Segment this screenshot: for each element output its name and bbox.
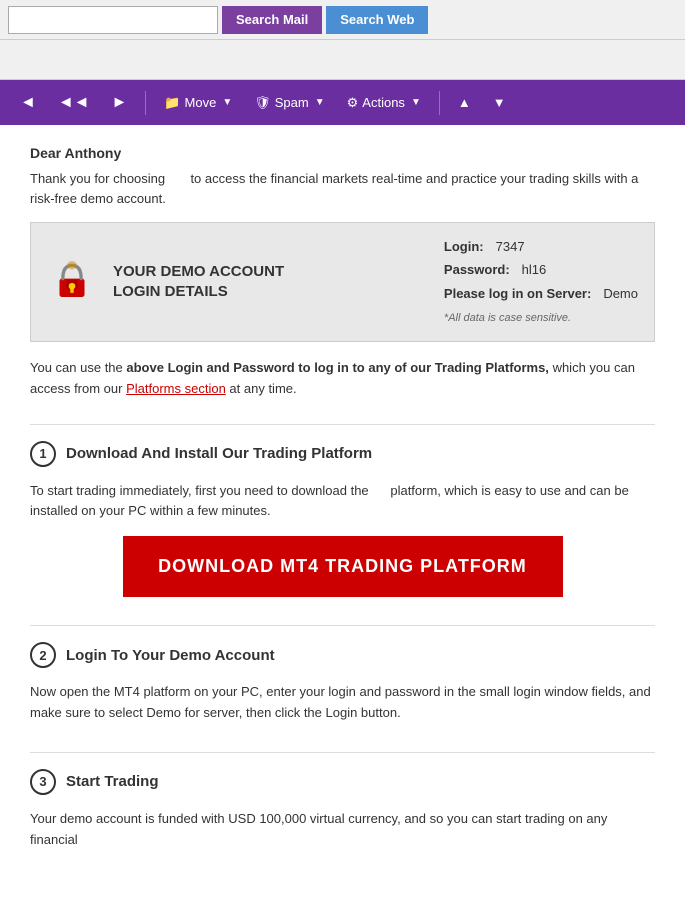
search-mail-button[interactable]: Search Mail — [222, 6, 322, 34]
step3-number: 3 — [30, 769, 56, 795]
lock-icon — [47, 257, 97, 307]
actions-label: Actions — [362, 95, 405, 110]
back-all-icon: ◄◄ — [58, 94, 90, 112]
login-value: 7347 — [496, 235, 525, 258]
step2-number: 2 — [30, 642, 56, 668]
account-credentials: Login: 7347 Password: hl16 Please log in… — [444, 235, 638, 329]
step1-desc1: To start trading immediately, first you … — [30, 483, 369, 498]
step1-number: 1 — [30, 441, 56, 467]
move-button[interactable]: 📁 Move ▼ — [156, 91, 240, 115]
server-row: Please log in on Server: Demo — [444, 282, 638, 305]
spacer-row — [0, 40, 685, 80]
step2-divider — [30, 625, 655, 626]
move-caret: ▼ — [222, 97, 232, 108]
cred-note: *All data is case sensitive. — [444, 309, 638, 329]
spam-caret: ▼ — [315, 97, 325, 108]
actions-icon: ⚙ — [347, 95, 359, 111]
account-details-box: YOUR DEMO ACCOUNT LOGIN DETAILS Login: 7… — [30, 222, 655, 342]
back-icon: ◄ — [20, 94, 36, 112]
platforms-text-2: above Login and Password to log in to an… — [126, 360, 549, 375]
greeting: Dear Anthony — [30, 145, 655, 161]
server-value: Demo — [603, 282, 638, 305]
email-body: Dear Anthony Thank you for choosing to a… — [0, 125, 685, 898]
back-button[interactable]: ◄ — [12, 90, 44, 116]
separator-2 — [439, 91, 440, 115]
step1-section: 1 Download And Install Our Trading Platf… — [30, 441, 655, 598]
step3-title: Start Trading — [66, 773, 159, 790]
login-label: Login: — [444, 235, 484, 258]
spam-button[interactable]: 🛡 Spam ▼ — [246, 91, 332, 115]
step3-header: 3 Start Trading — [30, 769, 655, 795]
move-icon: 📁 — [164, 95, 180, 111]
password-label: Password: — [444, 258, 510, 281]
search-web-button[interactable]: Search Web — [326, 6, 428, 34]
step3-section: 3 Start Trading Your demo account is fun… — [30, 769, 655, 851]
platforms-text-1: You can use the — [30, 360, 126, 375]
spam-icon: 🛡 — [254, 95, 271, 111]
move-label: Move — [185, 95, 217, 110]
platforms-text-4: at any time. — [229, 381, 296, 396]
actions-caret: ▼ — [411, 97, 421, 108]
step3-divider — [30, 752, 655, 753]
step1-header: 1 Download And Install Our Trading Platf… — [30, 441, 655, 467]
actions-button[interactable]: ⚙ Actions ▼ — [339, 91, 429, 115]
account-title-wrap: YOUR DEMO ACCOUNT LOGIN DETAILS — [113, 262, 428, 301]
step2-section: 2 Login To Your Demo Account Now open th… — [30, 642, 655, 724]
server-label: Please log in on Server: — [444, 282, 591, 305]
account-title-line2: LOGIN DETAILS — [113, 282, 428, 302]
step1-title: Download And Install Our Trading Platfor… — [66, 445, 372, 462]
account-title-line1: YOUR DEMO ACCOUNT — [113, 262, 428, 282]
password-row: Password: hl16 — [444, 258, 638, 281]
forward-button[interactable]: ► — [104, 90, 136, 116]
search-input[interactable] — [8, 6, 218, 34]
search-bar: Search Mail Search Web — [0, 0, 685, 40]
platforms-text: You can use the above Login and Password… — [30, 358, 655, 400]
step1-divider — [30, 424, 655, 425]
up-icon: ▲ — [458, 95, 471, 110]
down-button[interactable]: ▼ — [485, 91, 514, 114]
step2-desc: Now open the MT4 platform on your PC, en… — [30, 682, 655, 724]
intro-text: Thank you for choosing to access the fin… — [30, 169, 655, 208]
step2-title: Login To Your Demo Account — [66, 647, 275, 664]
spam-label: Spam — [275, 95, 309, 110]
password-value: hl16 — [522, 258, 547, 281]
toolbar: ◄ ◄◄ ► 📁 Move ▼ 🛡 Spam ▼ ⚙ Actions ▼ ▲ ▼ — [0, 80, 685, 125]
separator-1 — [145, 91, 146, 115]
platforms-link[interactable]: Platforms section — [126, 381, 226, 396]
back-all-button[interactable]: ◄◄ — [50, 90, 98, 116]
forward-icon: ► — [112, 94, 128, 112]
lock-icon-wrap — [47, 257, 97, 307]
login-row: Login: 7347 — [444, 235, 638, 258]
down-icon: ▼ — [493, 95, 506, 110]
up-button[interactable]: ▲ — [450, 91, 479, 114]
download-button[interactable]: DOWNLOAD MT4 TRADING PLATFORM — [123, 536, 563, 597]
step1-desc: To start trading immediately, first you … — [30, 481, 655, 523]
step2-header: 2 Login To Your Demo Account — [30, 642, 655, 668]
intro-line1: Thank you for choosing — [30, 171, 165, 186]
